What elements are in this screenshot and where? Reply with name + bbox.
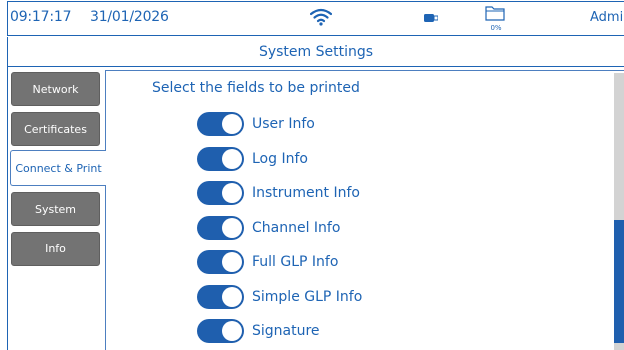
scrollbar-thumb[interactable] [614,220,624,343]
toggle-switch[interactable] [197,216,244,240]
storage-percent: 0% [490,24,502,32]
field-label: Channel Info [252,220,341,236]
field-row-channel-info: Channel Info [197,216,340,240]
field-label: Signature [252,323,320,339]
toggle-switch[interactable] [197,319,244,343]
wifi-icon [310,8,332,26]
tab-network[interactable]: Network [11,72,100,106]
toggle-switch[interactable] [197,112,244,136]
toggle-knob [222,287,242,307]
title-bar: System Settings [7,37,624,67]
tab-label: Network [32,82,79,96]
field-label: Simple GLP Info [252,289,363,305]
toggle-switch[interactable] [197,147,244,171]
field-row-signature: Signature [197,319,320,343]
tab-info[interactable]: Info [11,232,100,266]
status-bar: 09:17:17 31/01/2026 0% Admin [7,1,624,36]
clock-date: 31/01/2026 [90,9,169,25]
tab-label: System [34,202,77,216]
folder-icon [485,6,505,21]
toggle-knob [222,149,242,169]
field-row-user-info: User Info [197,112,315,136]
toggle-switch[interactable] [197,181,244,205]
left-rail-divider [7,67,8,350]
tab-label: Certificates [24,122,87,136]
toggle-switch[interactable] [197,285,244,309]
toggle-switch[interactable] [197,250,244,274]
page-title: System Settings [258,44,374,60]
clock-time: 09:17:17 [10,9,72,25]
panel-heading: Select the fields to be printed [152,80,360,96]
field-row-simple-glp-info: Simple GLP Info [197,285,362,309]
toggle-knob [222,321,242,341]
field-row-full-glp-info: Full GLP Info [197,250,338,274]
field-label: Instrument Info [252,185,360,201]
screen: 09:17:17 31/01/2026 0% Admin System Sett… [0,0,624,350]
field-label: Full GLP Info [252,254,339,270]
field-label: User Info [252,116,315,132]
tab-system[interactable]: System [11,192,100,226]
field-row-instrument-info: Instrument Info [197,181,360,205]
toggle-knob [222,114,242,134]
tab-label: Connect & Print [15,161,102,175]
tab-certificates[interactable]: Certificates [11,112,100,146]
toggle-knob [222,218,242,238]
print-fields-panel: Select the fields to be printed User Inf… [105,70,624,350]
toggle-knob [222,183,242,203]
tab-label: Info [45,242,66,255]
toggle-knob [222,252,242,272]
user-name[interactable]: Admin [590,10,624,25]
usb-icon [424,14,438,22]
field-label: Log Info [252,151,308,167]
field-row-log-info: Log Info [197,147,308,171]
tab-connect-print[interactable]: Connect & Print [10,150,106,186]
